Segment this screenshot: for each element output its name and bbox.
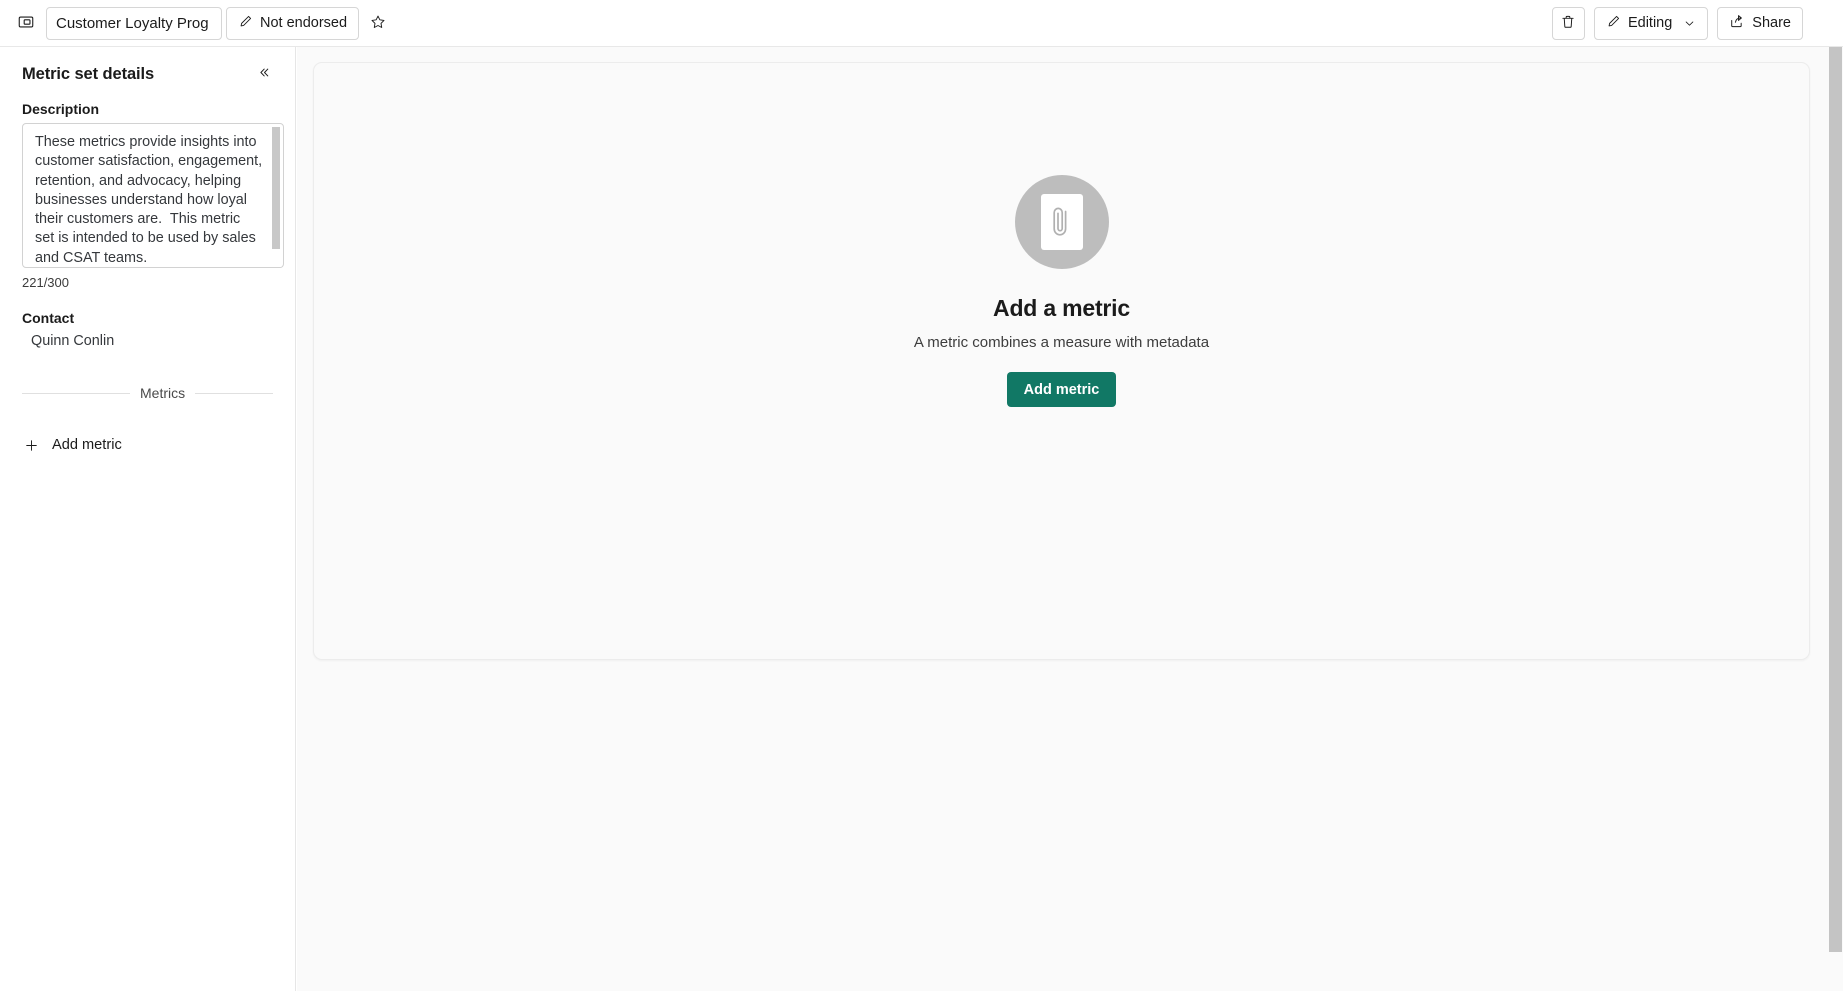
share-button[interactable]: Share [1717, 6, 1803, 40]
pencil-icon [238, 14, 253, 33]
metrics-divider-label: Metrics [140, 385, 186, 401]
favorite-button[interactable] [363, 8, 393, 38]
collapse-pane-button[interactable] [251, 61, 277, 87]
editing-mode-button[interactable]: Editing [1593, 6, 1709, 40]
editing-label: Editing [1627, 15, 1673, 31]
pencil-icon [1606, 14, 1621, 33]
plus-icon [22, 436, 40, 454]
topbar-left-group: Customer Loyalty Prog Not endorsed [10, 6, 393, 40]
empty-state-card: Add a metric A metric combines a measure… [313, 62, 1810, 660]
trash-icon [1560, 14, 1576, 33]
double-chevron-left-icon [257, 65, 272, 83]
chevron-down-icon[interactable] [1683, 17, 1696, 30]
description-label: Description [22, 101, 100, 117]
page-scrollbar[interactable] [1828, 47, 1843, 991]
description-scrollbar[interactable] [272, 125, 282, 267]
metric-set-details-pane: Metric set details Description These met… [0, 47, 296, 991]
description-value: These metrics provide insights into cust… [35, 134, 267, 266]
top-command-bar: Customer Loyalty Prog Not endorsed Editi… [0, 0, 1843, 47]
panel-toggle-button[interactable] [10, 7, 42, 39]
add-metric-button[interactable]: Add metric [1006, 372, 1117, 407]
character-counter: 221/300 [22, 275, 69, 290]
divider-line-left [22, 392, 130, 394]
delete-button[interactable] [1551, 6, 1585, 40]
metric-set-title-input[interactable]: Customer Loyalty Prog [46, 6, 222, 40]
details-pane-header: Metric set details [22, 61, 277, 87]
empty-state-content: Add a metric A metric combines a measure… [314, 63, 1809, 407]
metrics-section-divider: Metrics [22, 385, 277, 401]
main-canvas: Add a metric A metric combines a measure… [297, 47, 1828, 991]
divider-line-right [195, 392, 273, 394]
sidebar-add-metric-button[interactable]: Add metric [22, 429, 277, 461]
endorsement-label: Not endorsed [260, 15, 348, 31]
document-shape [1040, 194, 1083, 250]
share-label: Share [1752, 15, 1791, 31]
contact-value[interactable]: Quinn Conlin [22, 333, 277, 349]
star-icon [370, 14, 386, 33]
share-icon [1729, 13, 1745, 33]
page-scrollbar-thumb[interactable] [1829, 47, 1842, 952]
contact-label: Contact [22, 310, 75, 326]
topbar-right-group: Editing Share [1551, 6, 1829, 40]
description-scrollbar-thumb[interactable] [272, 127, 280, 249]
panel-toggle-icon [17, 13, 35, 34]
paperclip-document-icon [1014, 175, 1109, 269]
app-root: Customer Loyalty Prog Not endorsed Editi… [0, 0, 1843, 991]
description-textarea[interactable]: These metrics provide insights into cust… [22, 123, 284, 268]
empty-state-subtitle: A metric combines a measure with metadat… [913, 334, 1210, 351]
page-title: Metric set details [22, 64, 155, 83]
endorsement-button[interactable]: Not endorsed [226, 6, 360, 40]
sidebar-add-metric-label: Add metric [52, 437, 122, 453]
empty-state-title: Add a metric [993, 295, 1130, 321]
